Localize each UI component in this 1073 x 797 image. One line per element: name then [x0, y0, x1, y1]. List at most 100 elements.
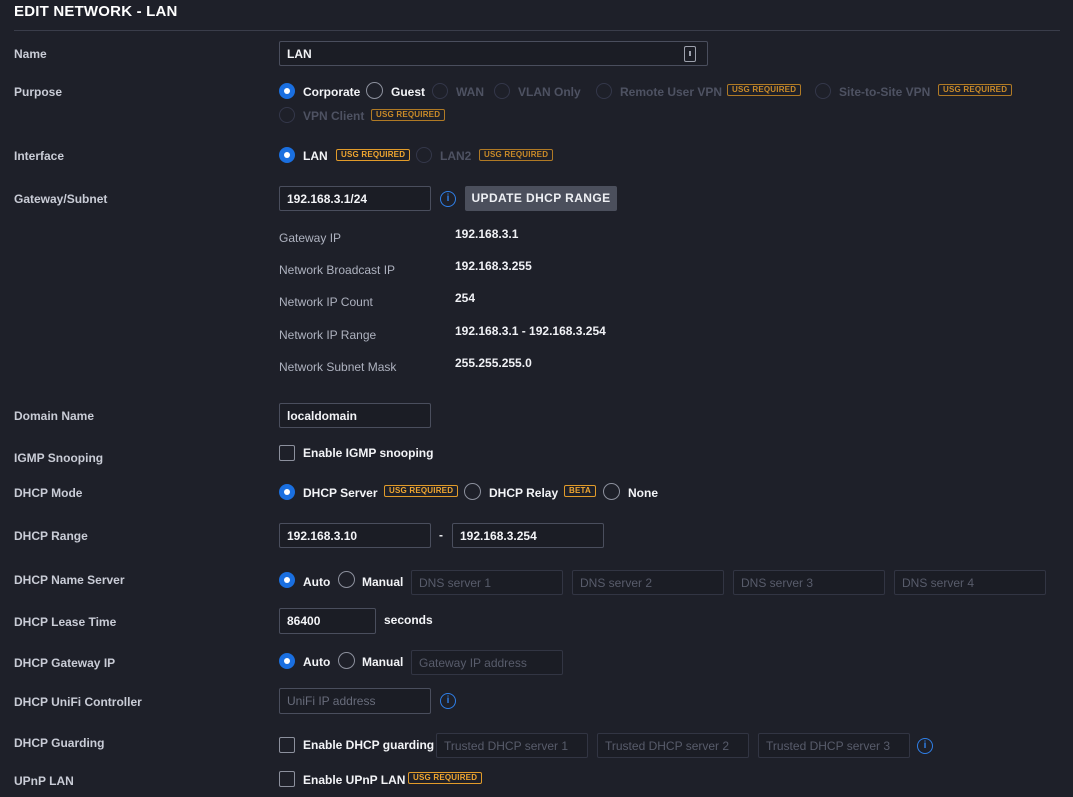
gateway-subnet-label: Gateway/Subnet [14, 192, 108, 206]
lease-time-value: 86400 [287, 614, 321, 628]
dhcp-name-server-label: DHCP Name Server [14, 573, 125, 587]
dhcp-unifi-controller-label: DHCP UniFi Controller [14, 695, 142, 709]
subnet-mask-value: 255.255.255.0 [455, 356, 532, 370]
gateway-ip-radio-manual[interactable] [338, 652, 355, 669]
unifi-ip-address-placeholder: UniFi IP address [287, 694, 376, 708]
purpose-option-vlan-only: VLAN Only [518, 85, 581, 99]
gateway-ip-address-placeholder: Gateway IP address [419, 655, 527, 670]
dns-server-4-placeholder: DNS server 4 [902, 575, 975, 590]
unifi-ip-address-input[interactable]: UniFi IP address [279, 688, 431, 714]
dhcp-range-separator: - [439, 528, 443, 542]
dns-server-4-input[interactable]: DNS server 4 [894, 570, 1046, 595]
gateway-subnet-input[interactable]: 192.168.3.1/24 [279, 186, 431, 211]
dns-server-3-input[interactable]: DNS server 3 [733, 570, 885, 595]
lease-time-input[interactable]: 86400 [279, 608, 376, 634]
dhcp-mode-radio-server[interactable] [279, 484, 295, 500]
dhcp-mode-radio-relay[interactable] [464, 483, 481, 500]
purpose-label: Purpose [14, 85, 63, 99]
purpose-option-remote-user-vpn: Remote User VPN [620, 85, 723, 99]
gateway-ip-option-manual: Manual [362, 655, 404, 669]
igmp-snooping-checkbox-label: Enable IGMP snooping [303, 446, 434, 460]
purpose-option-wan: WAN [456, 85, 484, 99]
info-icon[interactable]: i [440, 693, 456, 709]
dhcp-guarding-checkbox-label: Enable DHCP guarding [303, 738, 435, 752]
domain-name-value: localdomain [287, 408, 358, 423]
purpose-option-guest: Guest [391, 85, 426, 99]
gateway-ip-address-input[interactable]: Gateway IP address [411, 650, 563, 675]
dhcp-mode-radio-none[interactable] [603, 483, 620, 500]
interface-radio-lan[interactable] [279, 147, 295, 163]
usg-required-badge: USG REQUIRED [336, 149, 411, 161]
trusted-dhcp-server-1-input[interactable]: Trusted DHCP server 1 [436, 733, 588, 758]
purpose-radio-corporate[interactable] [279, 83, 295, 99]
name-input[interactable]: LAN [279, 41, 708, 66]
name-label: Name [14, 47, 47, 61]
page-title: EDIT NETWORK - LAN [14, 3, 178, 20]
dhcp-mode-label: DHCP Mode [14, 486, 83, 500]
usg-required-badge: USG REQUIRED [938, 84, 1013, 96]
domain-name-label: Domain Name [14, 409, 95, 423]
purpose-radio-vpn-client[interactable] [279, 107, 295, 123]
broadcast-ip-label: Network Broadcast IP [279, 263, 396, 277]
trusted-dhcp-server-1-placeholder: Trusted DHCP server 1 [444, 738, 569, 753]
interface-radio-lan2[interactable] [416, 147, 432, 163]
ip-count-value: 254 [455, 291, 476, 305]
ip-range-label: Network IP Range [279, 328, 377, 342]
dhcp-lease-time-label: DHCP Lease Time [14, 615, 117, 629]
dhcp-range-label: DHCP Range [14, 529, 88, 543]
upnp-lan-label: UPnP LAN [14, 774, 74, 788]
domain-name-input[interactable]: localdomain [279, 403, 431, 428]
dns-server-1-placeholder: DNS server 1 [419, 575, 492, 590]
gateway-ip-radio-auto[interactable] [279, 653, 295, 669]
upnp-lan-checkbox-label: Enable UPnP LAN [303, 773, 406, 787]
usg-required-badge: USG REQUIRED [727, 84, 802, 96]
dhcp-range-end-input[interactable]: 192.168.3.254 [452, 523, 604, 548]
interface-option-lan: LAN [303, 149, 328, 163]
name-server-radio-auto[interactable] [279, 572, 295, 588]
info-icon[interactable]: i [917, 738, 933, 754]
dhcp-mode-option-relay: DHCP Relay [489, 486, 559, 500]
usg-required-badge: USG REQUIRED [371, 109, 446, 121]
dhcp-guarding-label: DHCP Guarding [14, 736, 105, 750]
update-dhcp-range-button[interactable]: UPDATE DHCP RANGE [465, 186, 617, 211]
gateway-ip-label: Gateway IP [279, 231, 342, 245]
dns-server-1-input[interactable]: DNS server 1 [411, 570, 563, 595]
purpose-option-corporate: Corporate [303, 85, 361, 99]
broadcast-ip-value: 192.168.3.255 [455, 259, 532, 273]
trusted-dhcp-server-3-input[interactable]: Trusted DHCP server 3 [758, 733, 910, 758]
purpose-radio-vlan-only[interactable] [494, 83, 510, 99]
name-input-value: LAN [287, 46, 312, 61]
usg-required-badge: USG REQUIRED [479, 149, 554, 161]
dns-server-2-input[interactable]: DNS server 2 [572, 570, 724, 595]
info-icon[interactable]: i [440, 191, 456, 207]
ip-count-label: Network IP Count [279, 295, 373, 309]
title-divider [14, 30, 1060, 31]
interface-option-lan2: LAN2 [440, 149, 472, 163]
purpose-radio-wan[interactable] [432, 83, 448, 99]
dhcp-mode-option-server: DHCP Server [303, 486, 378, 500]
trusted-dhcp-server-2-input[interactable]: Trusted DHCP server 2 [597, 733, 749, 758]
igmp-snooping-checkbox[interactable] [279, 445, 295, 461]
trusted-dhcp-server-2-placeholder: Trusted DHCP server 2 [605, 738, 730, 753]
purpose-option-site-to-site-vpn: Site-to-Site VPN [839, 85, 931, 99]
dhcp-guarding-checkbox[interactable] [279, 737, 295, 753]
interface-label: Interface [14, 149, 65, 163]
gateway-subnet-value: 192.168.3.1/24 [287, 191, 368, 206]
gateway-ip-option-auto: Auto [303, 655, 331, 669]
upnp-lan-checkbox[interactable] [279, 771, 295, 787]
purpose-radio-site-to-site-vpn[interactable] [815, 83, 831, 99]
beta-badge: BETA [564, 485, 596, 497]
dns-server-3-placeholder: DNS server 3 [741, 575, 814, 590]
purpose-radio-remote-user-vpn[interactable] [596, 83, 612, 99]
igmp-snooping-label: IGMP Snooping [14, 451, 104, 465]
trusted-dhcp-server-3-placeholder: Trusted DHCP server 3 [766, 738, 891, 753]
dhcp-range-start-input[interactable]: 192.168.3.10 [279, 523, 431, 548]
purpose-radio-guest[interactable] [366, 82, 383, 99]
usg-required-badge: USG REQUIRED [408, 772, 483, 784]
gateway-ip-value: 192.168.3.1 [455, 227, 519, 241]
name-server-radio-manual[interactable] [338, 571, 355, 588]
dhcp-range-start-value: 192.168.3.10 [287, 528, 358, 543]
dhcp-range-end-value: 192.168.3.254 [460, 528, 537, 543]
dhcp-gateway-ip-label: DHCP Gateway IP [14, 656, 116, 670]
usg-required-badge: USG REQUIRED [384, 485, 459, 497]
